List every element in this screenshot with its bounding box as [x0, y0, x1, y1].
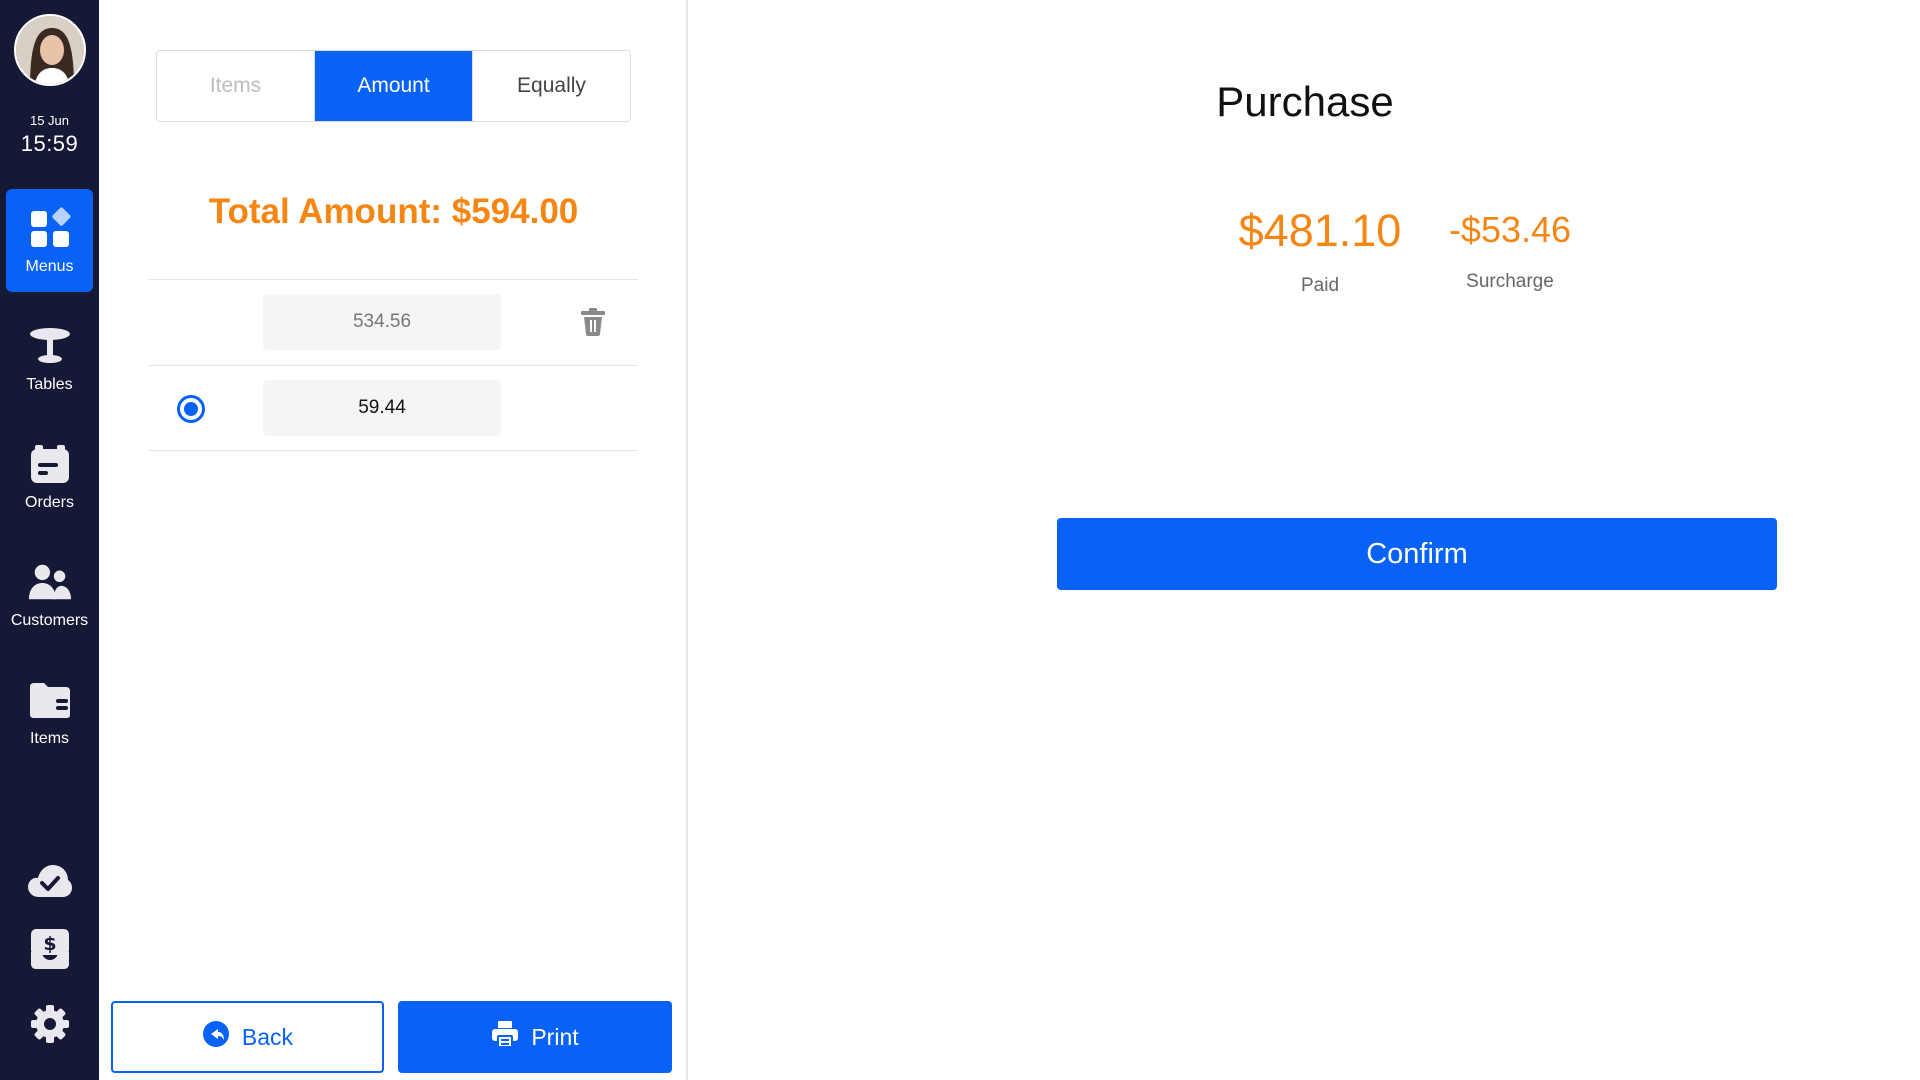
nav-orders[interactable]: Orders [6, 425, 93, 528]
cash-drawer-icon[interactable]: $ [27, 926, 73, 972]
gear-icon[interactable] [27, 1001, 73, 1047]
back-label: Back [241, 1023, 294, 1050]
nav-label: Tables [26, 375, 73, 393]
tab-equally[interactable]: Equally [472, 51, 630, 121]
surcharge-label: Surcharge [1466, 271, 1554, 292]
print-label: Print [531, 1023, 579, 1050]
items-icon [28, 678, 72, 722]
total-amount: Total Amount: $594.00 [208, 192, 579, 231]
current-date: 15 Jun [29, 113, 70, 128]
paid-summary: $481.10 Paid [1220, 205, 1420, 297]
back-arrow-icon [202, 1020, 230, 1054]
nav-label: Orders [25, 493, 74, 511]
trash-icon[interactable] [580, 308, 606, 336]
menus-icon [28, 206, 72, 250]
user-avatar[interactable] [14, 14, 86, 86]
tab-amount[interactable]: Amount [314, 51, 472, 121]
purchase-panel: Purchase $481.10 Paid -$53.46 Surcharge … [690, 0, 1920, 1080]
nav-customers[interactable]: Customers [6, 543, 93, 646]
nav-label: Customers [10, 611, 89, 629]
split-amount-field[interactable]: 534.56 [263, 294, 501, 350]
split-mode-tabs: Items Amount Equally [156, 50, 631, 122]
split-radio-selected[interactable] [177, 395, 205, 423]
split-row[interactable]: 534.56 [149, 279, 638, 365]
page-title: Purchase [1216, 78, 1394, 125]
current-time: 15:59 [20, 131, 79, 156]
surcharge-summary: -$53.46 Surcharge [1420, 209, 1600, 293]
pos-app: 15 Jun 15:59 Menus Tables Orders Custome… [0, 0, 1920, 1080]
split-row[interactable]: 59.44 [149, 365, 638, 451]
nav-items[interactable]: Items [6, 661, 93, 764]
customers-icon [28, 560, 72, 604]
paid-value: $481.10 [1238, 205, 1402, 256]
confirm-button[interactable]: Confirm [1057, 518, 1777, 590]
split-amount-field[interactable]: 59.44 [263, 380, 501, 436]
table-icon [28, 324, 72, 368]
orders-icon [28, 442, 72, 486]
paid-label: Paid [1300, 275, 1340, 296]
back-button[interactable]: Back [111, 1001, 384, 1073]
nav-tables[interactable]: Tables [6, 307, 93, 410]
split-bill-panel: Items Amount Equally Total Amount: $594.… [99, 0, 688, 1080]
cloud-check-icon[interactable] [27, 858, 73, 904]
tab-items[interactable]: Items [157, 51, 314, 121]
sidebar: 15 Jun 15:59 Menus Tables Orders Custome… [0, 0, 99, 1080]
radio-dot [184, 402, 198, 416]
nav-label: Items [29, 729, 70, 747]
surcharge-value: -$53.46 [1448, 209, 1572, 250]
printer-icon [491, 1020, 519, 1054]
nav-menus[interactable]: Menus [6, 189, 93, 292]
svg-text:$: $ [43, 933, 56, 955]
print-button[interactable]: Print [398, 1001, 672, 1073]
nav-label: Menus [25, 257, 74, 275]
